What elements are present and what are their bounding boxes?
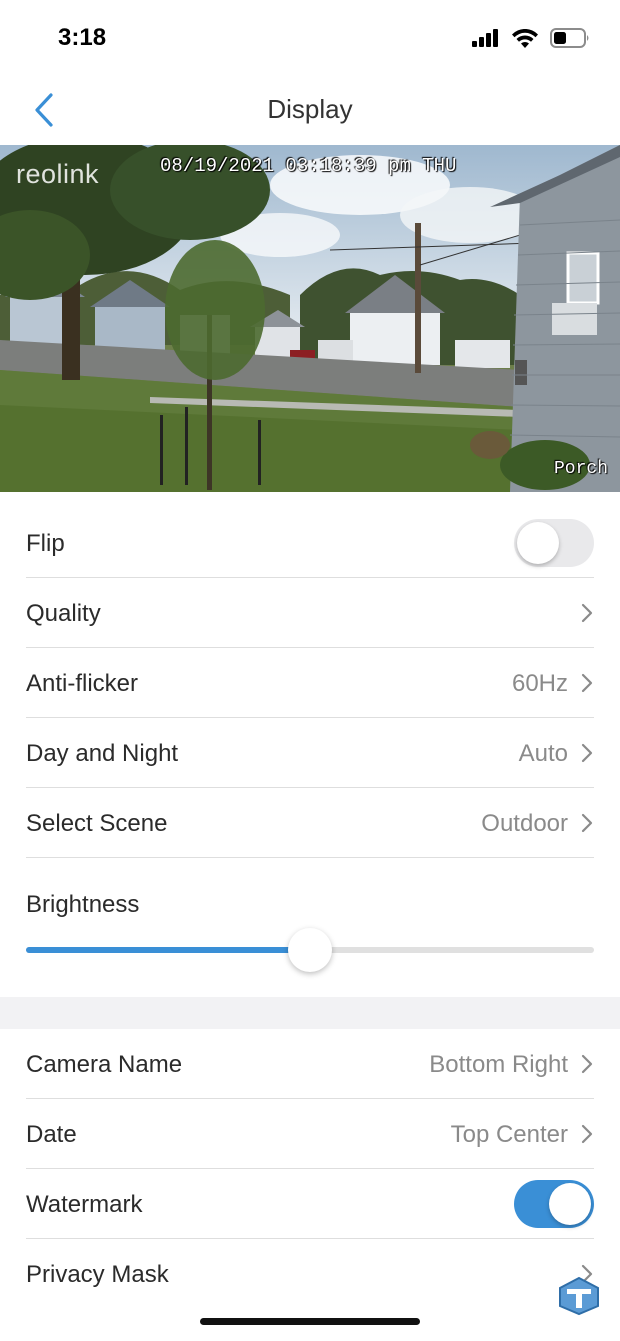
privacy-mask-label: Privacy Mask [26,1261,169,1288]
quality-row[interactable]: Quality [0,578,620,648]
battery-icon [550,28,589,48]
home-indicator[interactable] [200,1318,420,1325]
chevron-right-icon [581,1124,593,1144]
privacy-mask-row[interactable]: Privacy Mask [0,1239,620,1309]
date-label: Date [26,1121,77,1148]
brightness-section: Brightness [0,857,620,997]
select-scene-label: Select Scene [26,810,168,837]
camera-name-value: Bottom Right [429,1051,568,1078]
status-bar: 3:18 [0,0,620,78]
camera-name-label: Camera Name [26,1051,183,1078]
status-time: 3:18 [58,24,107,51]
flip-toggle[interactable] [514,519,594,567]
anti-flicker-row[interactable]: Anti-flicker 60Hz [0,648,620,718]
camera-preview[interactable]: reolink 08/19/2021 03:18:39 pm THU Porch [0,145,620,492]
watermark-label: Watermark [26,1191,143,1218]
brightness-slider[interactable] [26,928,594,972]
watermark-toggle[interactable] [514,1180,594,1228]
chevron-right-icon [581,743,593,763]
section-separator [0,997,620,1029]
chevron-right-icon [581,1054,593,1074]
chevron-right-icon [581,673,593,693]
reolink-logo-overlay: reolink [16,159,100,189]
wifi-icon [512,28,538,48]
watermark-row: Watermark [0,1169,620,1239]
toggle-knob [517,522,559,564]
brightness-slider-thumb[interactable] [288,928,332,972]
page-title: Display [267,94,353,124]
camera-scene-image [0,145,620,492]
toggle-knob [549,1183,591,1225]
signal-icon [472,29,498,47]
anti-flicker-value: 60Hz [511,670,568,697]
camera-name-overlay: Porch [553,459,608,479]
select-scene-value: Outdoor [481,810,568,837]
nav-bar: Display [0,78,620,144]
chevron-right-icon [581,603,593,623]
tt-logo-icon [559,1276,599,1316]
select-scene-row[interactable]: Select Scene Outdoor [0,788,620,858]
anti-flicker-label: Anti-flicker [26,670,139,697]
brightness-label: Brightness [26,891,140,918]
date-overlay: 08/19/2021 03:18:39 pm THU [160,155,457,177]
date-row[interactable]: Date Top Center [0,1099,620,1169]
day-night-label: Day and Night [26,740,179,767]
brightness-slider-fill [26,947,310,953]
flip-label: Flip [26,530,65,557]
day-night-row[interactable]: Day and Night Auto [0,718,620,788]
quality-label: Quality [26,600,101,627]
flip-row: Flip [0,508,620,578]
chevron-right-icon [581,813,593,833]
camera-name-row[interactable]: Camera Name Bottom Right [0,1029,620,1099]
day-night-value: Auto [518,740,568,767]
date-value: Top Center [450,1121,568,1148]
status-icons [472,28,590,48]
